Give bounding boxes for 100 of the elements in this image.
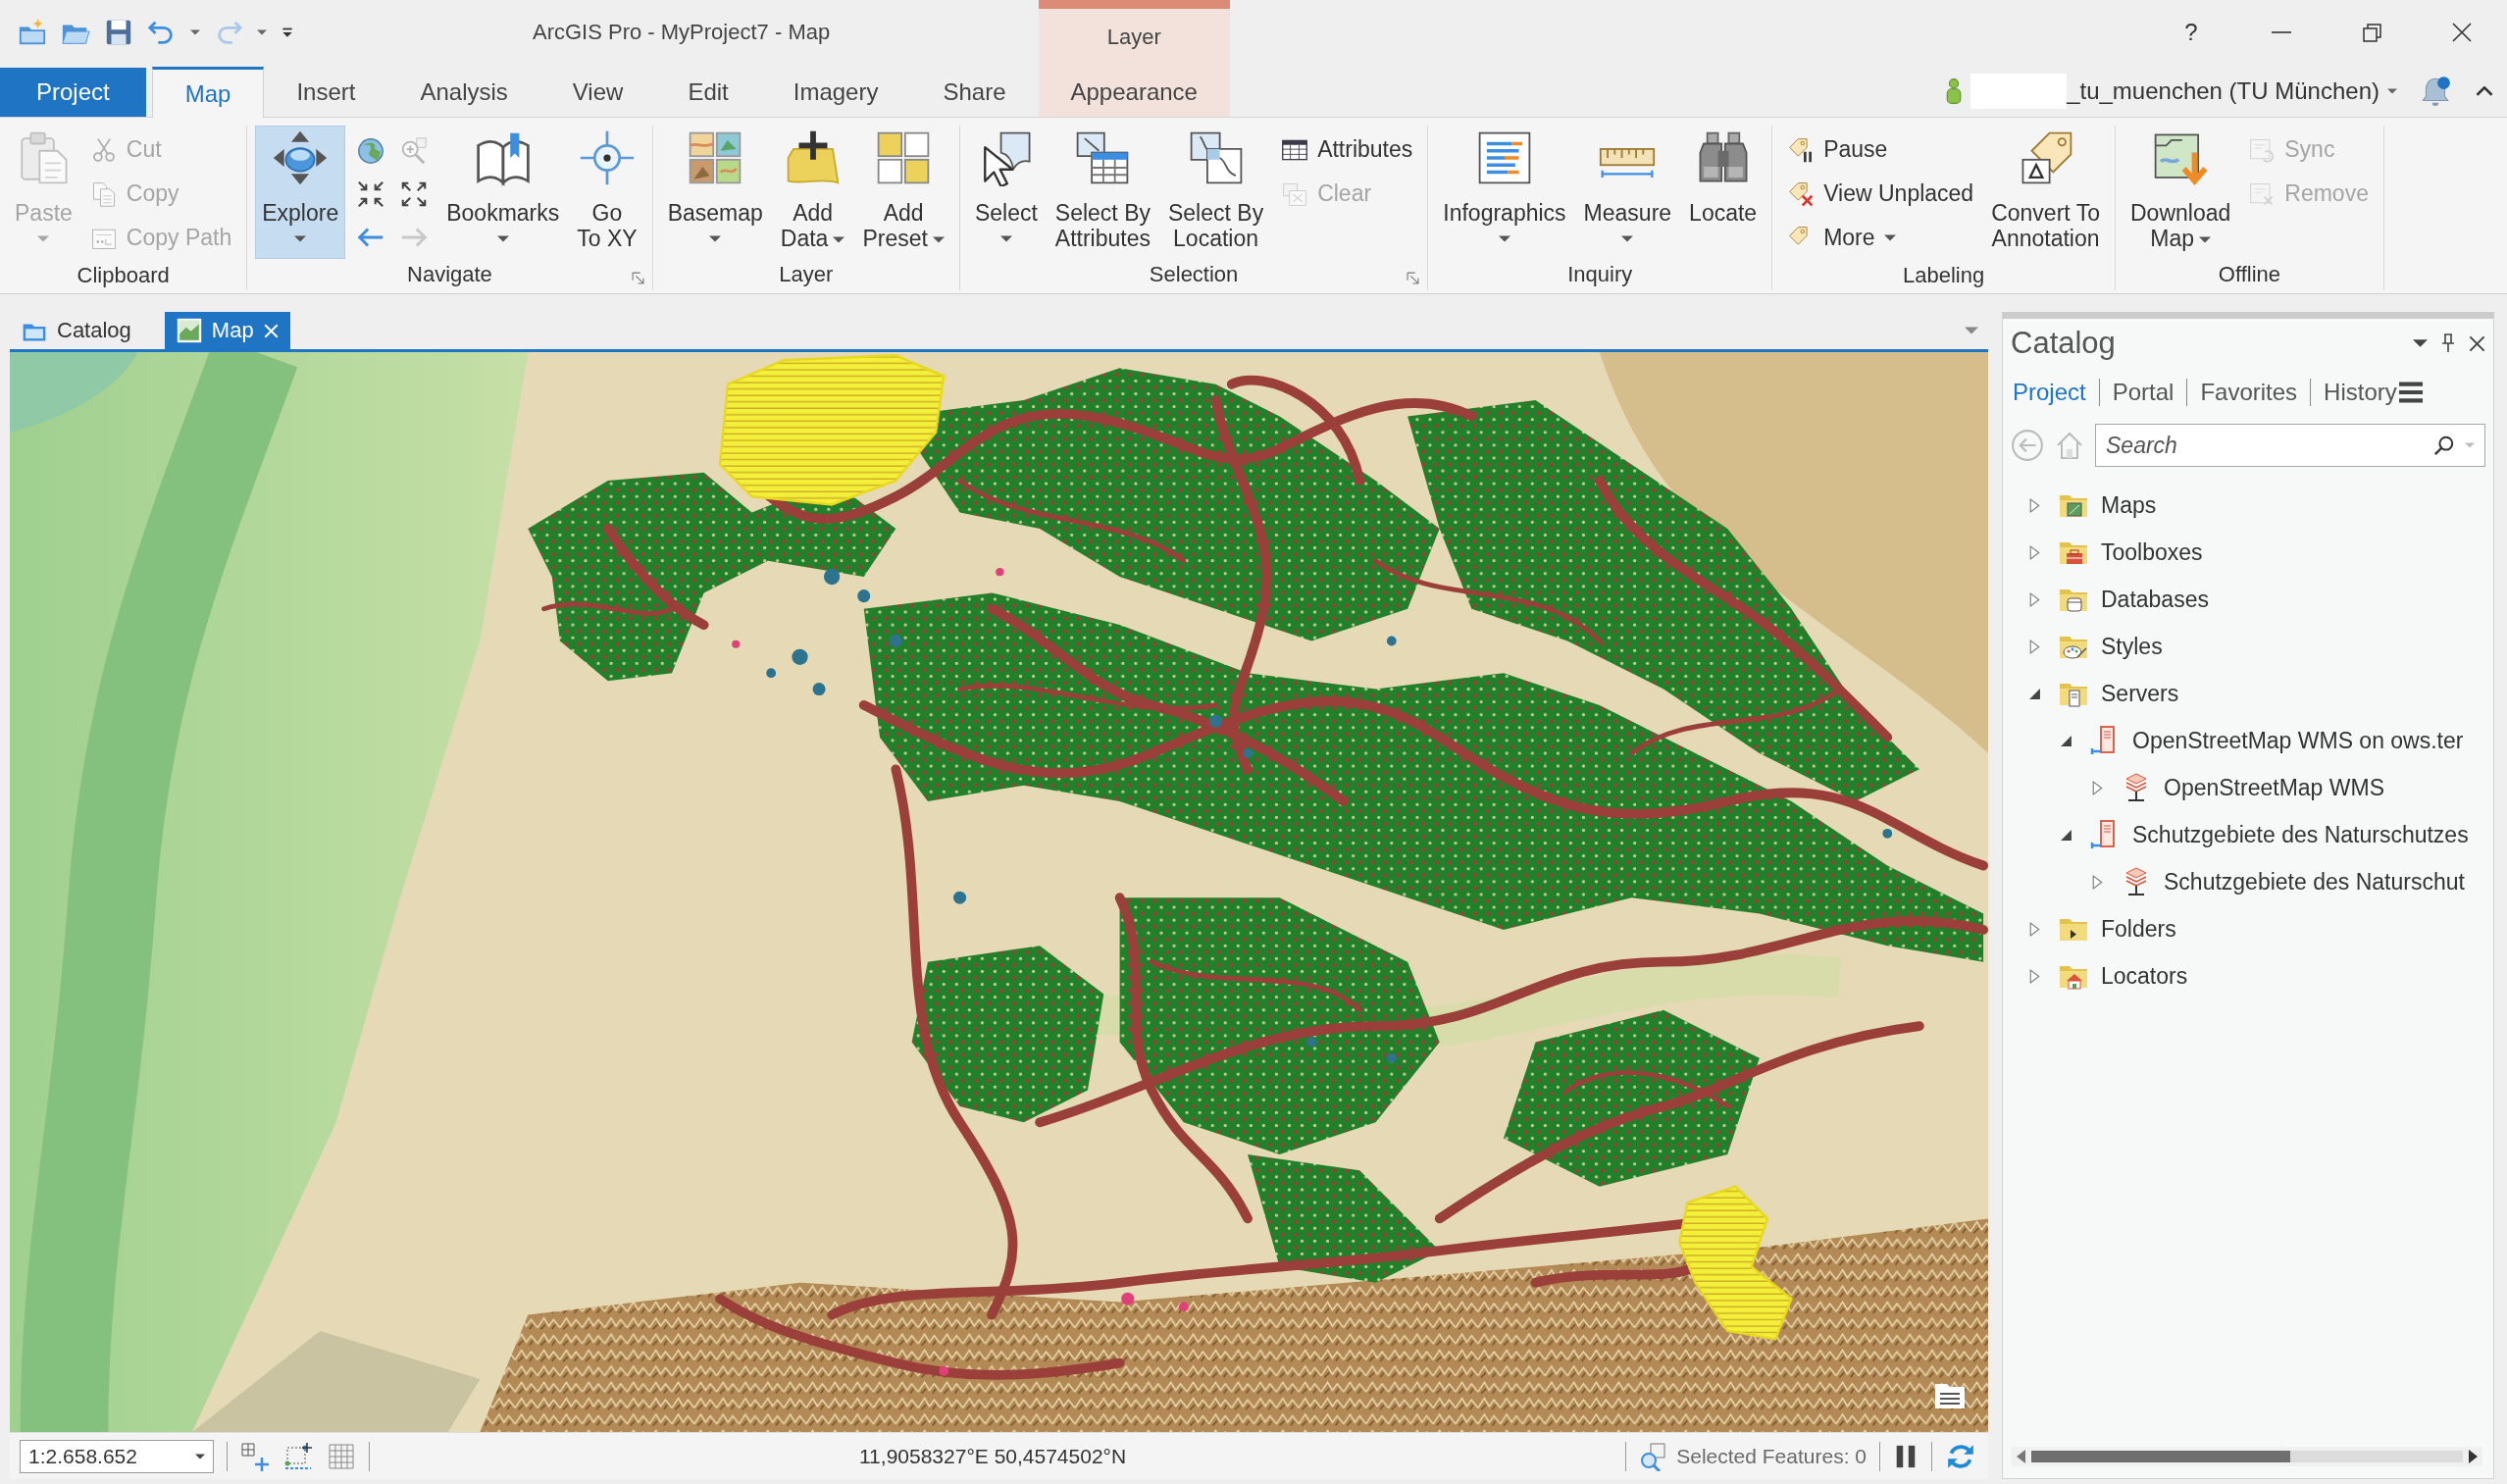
selected-features-text: Selected Features: 0 (1676, 1444, 1867, 1468)
pane-tab[interactable]: Portal (2112, 379, 2174, 406)
caret-icon (190, 29, 200, 35)
collapse-ribbon-icon[interactable] (2476, 85, 2493, 96)
search-field[interactable]: Search (2095, 424, 2485, 467)
expand-arrow-icon[interactable] (2028, 497, 2040, 513)
pane-tab[interactable]: History (2324, 379, 2397, 406)
map-icon (176, 318, 202, 343)
bell-icon[interactable] (2419, 74, 2452, 108)
ribbon-tab[interactable]: Imagery (760, 68, 911, 117)
ribbon-tab[interactable]: Insert (264, 68, 388, 117)
list-icon[interactable] (1933, 1381, 1967, 1410)
group-label: Labeling (1902, 262, 1985, 288)
expand-arrow-icon[interactable] (2059, 828, 2072, 842)
tree-item[interactable]: Styles (2003, 623, 2493, 670)
tool-button[interactable]: Locate (1682, 126, 1765, 259)
caret-icon (257, 29, 267, 35)
expand-arrow-icon[interactable] (2028, 639, 2040, 654)
pane-tab[interactable]: Favorites (2200, 379, 2298, 406)
ribbon-tab[interactable]: Edit (655, 68, 761, 117)
user-icon (1945, 76, 1964, 106)
tool-button[interactable]: Select By Attributes (1048, 126, 1157, 259)
expand-arrow-icon[interactable] (2091, 874, 2103, 890)
ribbon-tab[interactable]: Map (151, 67, 265, 118)
group-label: Layer (779, 262, 834, 287)
pin-icon[interactable] (2441, 333, 2455, 353)
expand-arrow-icon[interactable] (2091, 780, 2103, 795)
caret-icon (1965, 327, 1978, 334)
tree-item[interactable]: OpenStreetMap WMS (2003, 764, 2493, 811)
ribbon-tab[interactable]: Share (910, 68, 1039, 117)
tool-button[interactable]: Infographics (1436, 126, 1573, 259)
tool-button[interactable]: Download Map (2123, 126, 2238, 259)
save-icon[interactable] (104, 18, 133, 47)
pane-tab[interactable]: Project (2013, 379, 2086, 406)
tree-item[interactable]: Servers (2003, 670, 2493, 717)
grid-plus-icon[interactable] (240, 1441, 270, 1471)
tool-button[interactable]: More (1780, 216, 1981, 260)
tree-item[interactable]: Maps (2003, 482, 2493, 529)
tree-item[interactable]: Locators (2003, 952, 2493, 999)
ribbon-tab[interactable]: Analysis (387, 68, 540, 117)
tool-button[interactable]: Add Data (773, 126, 852, 259)
pan-arrows-icon (272, 129, 330, 186)
tree-item[interactable]: OpenStreetMap WMS on ows.ter (2003, 717, 2493, 764)
group-label: Navigate (407, 262, 492, 287)
tool-button[interactable]: Convert To Annotation (1984, 126, 2107, 259)
expand-arrow-icon[interactable] (2059, 734, 2072, 747)
tool-button[interactable]: Select By Location (1161, 126, 1271, 259)
minimize-icon[interactable] (2272, 30, 2291, 34)
tree-item[interactable]: Schutzgebiete des Naturschutzes (2003, 811, 2493, 858)
account-menu[interactable]: _tu_muenchen (TU München) (2067, 77, 2397, 105)
caret-icon (2387, 87, 2397, 94)
coordinates-text: 11,9058327°E 50,4574502°N (859, 1444, 1127, 1468)
expand-arrow-icon[interactable] (2028, 968, 2040, 984)
expand-arrow-icon[interactable] (2028, 921, 2040, 937)
help-button[interactable]: ? (2146, 0, 2236, 65)
expand-arrow-icon[interactable] (2027, 687, 2041, 700)
new-project-icon[interactable] (18, 18, 47, 47)
tool-button[interactable]: Explore (255, 126, 346, 259)
group-label: Offline (2218, 262, 2281, 287)
ribbon-tab[interactable]: View (539, 68, 656, 117)
scale-dropdown[interactable]: 1:2.658.652 (20, 1439, 214, 1473)
tree-item[interactable]: Folders (2003, 905, 2493, 952)
tree-item[interactable]: Schutzgebiete des Naturschut (2003, 858, 2493, 905)
close-icon[interactable] (2469, 334, 2485, 352)
menu-icon[interactable] (2398, 382, 2423, 403)
grid-icon[interactable] (327, 1441, 356, 1471)
tag-cross-icon (1787, 179, 1816, 208)
tree-item[interactable]: Databases (2003, 576, 2493, 623)
caret-icon[interactable] (2413, 339, 2428, 347)
globe-icon[interactable] (356, 136, 386, 166)
window-title: ArcGIS Pro - MyProject7 - Map (533, 20, 831, 45)
crosshair-icon (578, 129, 636, 186)
contextual-tab-header: Layer (1038, 0, 1230, 65)
document-tab[interactable]: Map (164, 312, 290, 349)
tool-button[interactable]: Basemap (660, 126, 770, 259)
expand-arrow-icon[interactable] (2028, 591, 2040, 607)
group-label: Inquiry (1567, 262, 1633, 287)
launcher-icon[interactable] (631, 272, 644, 284)
tool-button[interactable]: Select (967, 126, 1045, 259)
expand-arrow-icon[interactable] (2028, 544, 2040, 560)
launcher-icon[interactable] (1407, 272, 1420, 284)
tool-button[interactable]: Attributes (1274, 128, 1420, 172)
ribbon-tab[interactable]: Project (0, 68, 146, 117)
zoom-in-arrows-icon[interactable] (356, 179, 386, 209)
search-icon[interactable] (2433, 435, 2455, 456)
customize-toolbar-icon[interactable] (281, 26, 294, 39)
document-tab[interactable]: Catalog (10, 312, 143, 349)
tool-button[interactable]: Bookmarks (439, 126, 567, 259)
tool-button[interactable]: View Unplaced (1780, 172, 1981, 216)
snapping-icon[interactable] (283, 1441, 313, 1471)
tool-button[interactable]: Go To XY (570, 126, 644, 259)
tool-button[interactable]: Pause (1780, 128, 1981, 172)
tool-button[interactable]: Measure (1576, 126, 1679, 259)
tree-item[interactable]: Toolboxes (2003, 529, 2493, 576)
pane-title: Catalog (2011, 326, 2116, 361)
tool-button[interactable]: Add Preset (855, 126, 951, 259)
caret-icon (195, 1453, 205, 1459)
restore-icon[interactable] (2362, 23, 2381, 42)
horizontal-scrollbar[interactable] (2009, 1447, 2485, 1466)
close-icon[interactable] (2452, 23, 2472, 42)
